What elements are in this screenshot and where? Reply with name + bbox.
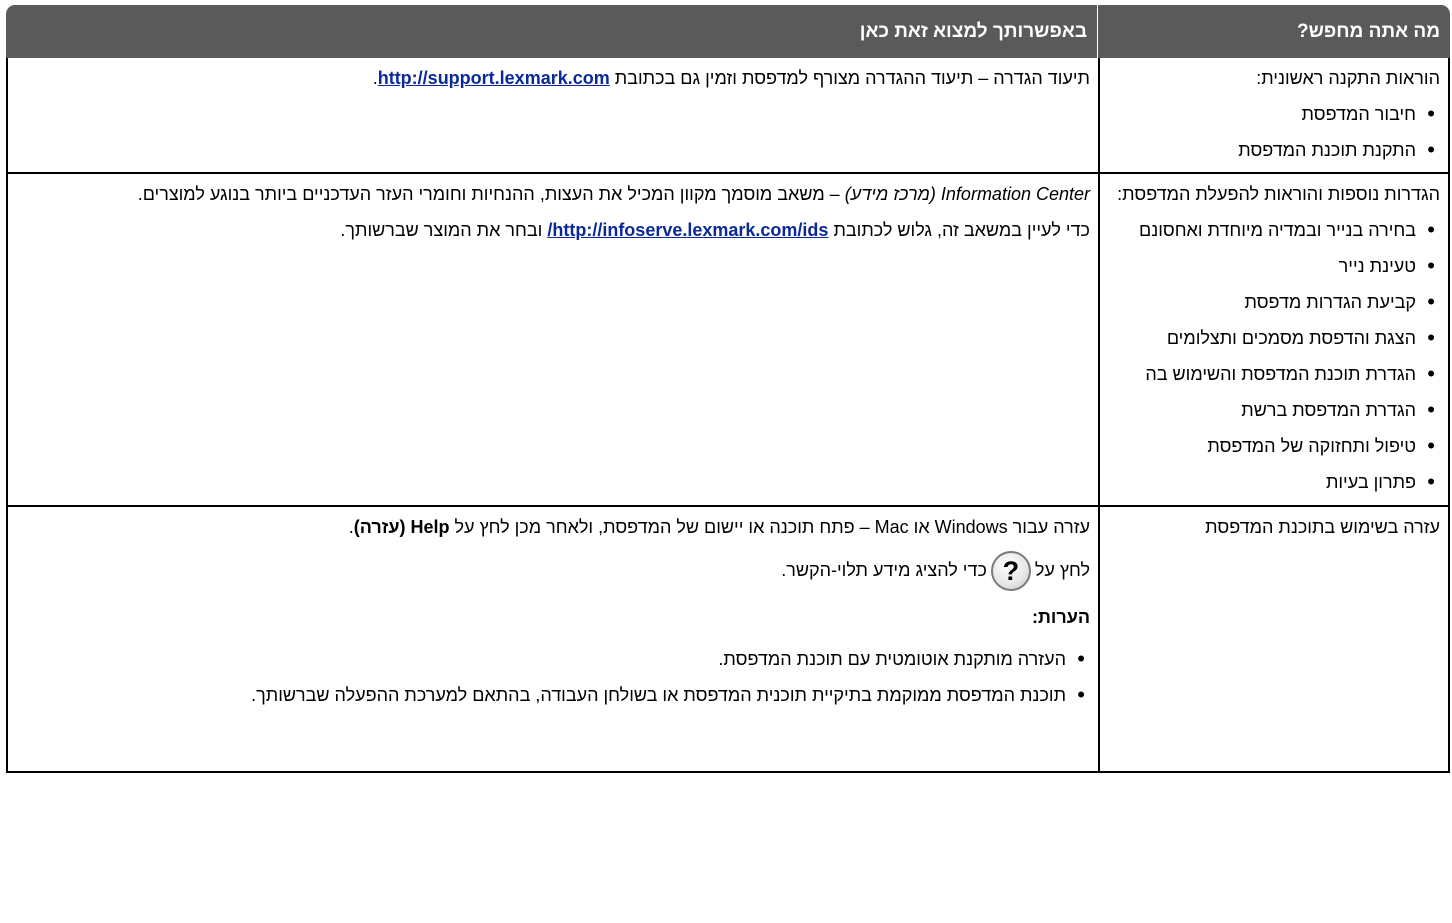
resource-text: תיעוד הגדרה – תיעוד ההגדרה מצורף למדפסת …	[614, 68, 1090, 88]
table-row: הוראות התקנה ראשונית: חיבור המדפסת התקנת…	[6, 58, 1450, 174]
list-item: הגדרת המדפסת ברשת	[1108, 396, 1440, 424]
header-where-find: באפשרותך למצוא זאת כאן	[6, 5, 1098, 58]
resource-paragraph: תיעוד הגדרה – תיעוד ההגדרה מצורף למדפסת …	[16, 64, 1090, 92]
resource-text: – משאב מוסמך מקוון המכיל את העצות, ההנחי…	[137, 184, 840, 204]
list-item: העזרה מותקנת אוטומטית עם תוכנת המדפסת.	[16, 645, 1090, 673]
row-resource-cell: תיעוד הגדרה – תיעוד ההגדרה מצורף למדפסת …	[6, 58, 1098, 174]
topic-list: חיבור המדפסת התקנת תוכנת המדפסת	[1108, 100, 1440, 164]
list-item: קביעת הגדרות מדפסת	[1108, 288, 1440, 316]
list-item: הצגת והדפסת מסמכים ותצלומים	[1108, 324, 1440, 352]
resource-text-end: ובחר את המוצר שברשותך.	[340, 220, 543, 240]
list-item: טיפול ותחזוקה של המדפסת	[1108, 432, 1440, 460]
topic-title: הגדרות נוספות והוראות להפעלת המדפסת:	[1117, 184, 1440, 204]
list-item: תוכנת המדפסת ממוקמת בתיקיית תוכנית המדפס…	[16, 681, 1090, 709]
resource-text: כדי לעיין במשאב זה, גלוש לכתובת	[833, 220, 1090, 240]
support-link[interactable]: http://support.lexmark.com	[378, 68, 610, 88]
header-what-looking: מה אתה מחפש?	[1098, 5, 1450, 58]
list-item: בחירה בנייר ובמדיה מיוחדת ואחסונם	[1108, 216, 1440, 244]
resource-text: עזרה עבור Windows או Mac – פתח תוכנה או …	[454, 517, 1090, 537]
row-topic-cell: הגדרות נוספות והוראות להפעלת המדפסת: בחי…	[1098, 174, 1450, 507]
info-table: מה אתה מחפש? באפשרותך למצוא זאת כאן הורא…	[6, 5, 1450, 773]
list-item: פתרון בעיות	[1108, 468, 1440, 496]
help-question-icon: ?	[990, 551, 1031, 591]
list-item: התקנת תוכנת המדפסת	[1108, 136, 1440, 164]
resource-paragraph: עזרה עבור Windows או Mac – פתח תוכנה או …	[16, 513, 1090, 541]
infoserve-link[interactable]: http://infoserve.lexmark.com/ids/	[547, 220, 828, 240]
notes-title: הערות:	[16, 603, 1090, 631]
list-item: הגדרת תוכנת המדפסת והשימוש בה	[1108, 360, 1440, 388]
list-item: טעינת נייר	[1108, 252, 1440, 280]
resource-text: כדי להציג מידע תלוי-הקשר.	[781, 559, 987, 580]
resource-paragraph: כדי לעיין במשאב זה, גלוש לכתובת http://i…	[16, 216, 1090, 244]
row-resource-cell: עזרה עבור Windows או Mac – פתח תוכנה או …	[6, 507, 1098, 773]
notes-heading: הערות:	[1031, 607, 1090, 627]
row-resource-cell: Information Center (מרכז מידע) – משאב מו…	[6, 174, 1098, 507]
table-row: הגדרות נוספות והוראות להפעלת המדפסת: בחי…	[6, 174, 1450, 507]
topic-title: הוראות התקנה ראשונית:	[1256, 68, 1440, 88]
info-center-name: Information Center (מרכז מידע)	[844, 184, 1090, 204]
resource-text: לחץ על	[1034, 559, 1090, 580]
topic-title: עזרה בשימוש בתוכנת המדפסת	[1205, 517, 1440, 537]
table-row: עזרה בשימוש בתוכנת המדפסת עזרה עבור Wind…	[6, 507, 1450, 773]
notes-list: העזרה מותקנת אוטומטית עם תוכנת המדפסת. ת…	[16, 645, 1090, 709]
row-topic-cell: עזרה בשימוש בתוכנת המדפסת	[1098, 507, 1450, 773]
resource-paragraph: לחץ על?כדי להציג מידע תלוי-הקשר.	[16, 551, 1090, 591]
row-topic-cell: הוראות התקנה ראשונית: חיבור המדפסת התקנת…	[1098, 58, 1450, 174]
list-item: חיבור המדפסת	[1108, 100, 1440, 128]
help-label: Help (עזרה)	[353, 517, 450, 537]
topic-list: בחירה בנייר ובמדיה מיוחדת ואחסונם טעינת …	[1108, 216, 1440, 496]
resource-paragraph: Information Center (מרכז מידע) – משאב מו…	[16, 180, 1090, 208]
header-row: מה אתה מחפש? באפשרותך למצוא זאת כאן	[6, 5, 1450, 58]
